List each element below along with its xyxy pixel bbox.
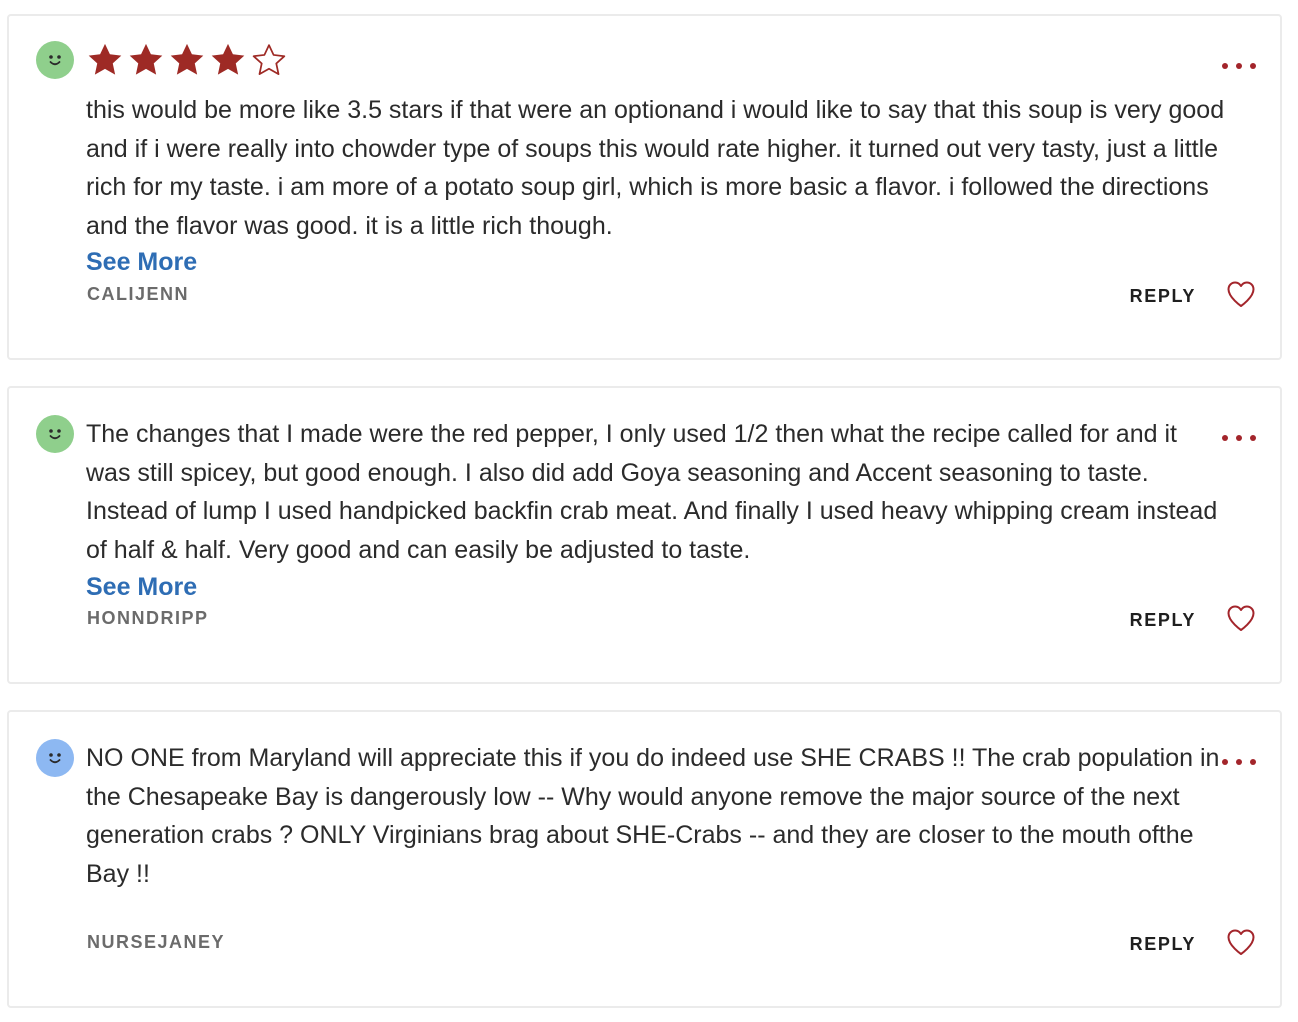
review-text: The changes that I made were the red pep…	[86, 420, 1218, 564]
more-options-icon[interactable]	[1222, 752, 1256, 772]
user-avatar	[36, 739, 74, 777]
star-filled-icon	[88, 43, 122, 75]
review-author[interactable]: CALIJENN	[87, 284, 189, 305]
user-avatar	[36, 415, 74, 453]
see-more-link[interactable]: See More	[86, 246, 197, 278]
user-avatar	[36, 41, 74, 79]
review-author[interactable]: HONNDRIPP	[87, 608, 209, 629]
more-options-icon[interactable]	[1222, 428, 1256, 448]
smiley-icon	[36, 415, 74, 453]
smiley-icon	[36, 739, 74, 777]
heart-icon[interactable]	[1226, 928, 1256, 956]
star-filled-icon	[211, 43, 245, 75]
review-card: this would be more like 3.5 stars if tha…	[7, 14, 1282, 360]
heart-icon[interactable]	[1226, 280, 1256, 308]
review-text: this would be more like 3.5 stars if tha…	[86, 96, 1225, 240]
heart-icon[interactable]	[1226, 604, 1256, 632]
star-filled-icon	[129, 43, 163, 75]
star-filled-icon	[170, 43, 204, 75]
review-text: NO ONE from Maryland will appreciate thi…	[86, 744, 1220, 888]
review-author[interactable]: NURSEJANEY	[87, 932, 225, 953]
reply-button[interactable]: REPLY	[1130, 286, 1196, 307]
smiley-icon	[36, 41, 74, 79]
star-empty-icon	[252, 44, 286, 75]
star-rating	[86, 41, 288, 79]
review-card: NO ONE from Maryland will appreciate thi…	[7, 710, 1282, 1008]
reply-button[interactable]: REPLY	[1130, 610, 1196, 631]
more-options-icon[interactable]	[1222, 56, 1256, 76]
see-more-link[interactable]: See More	[86, 571, 197, 603]
review-card: The changes that I made were the red pep…	[7, 386, 1282, 684]
reply-button[interactable]: REPLY	[1130, 934, 1196, 955]
